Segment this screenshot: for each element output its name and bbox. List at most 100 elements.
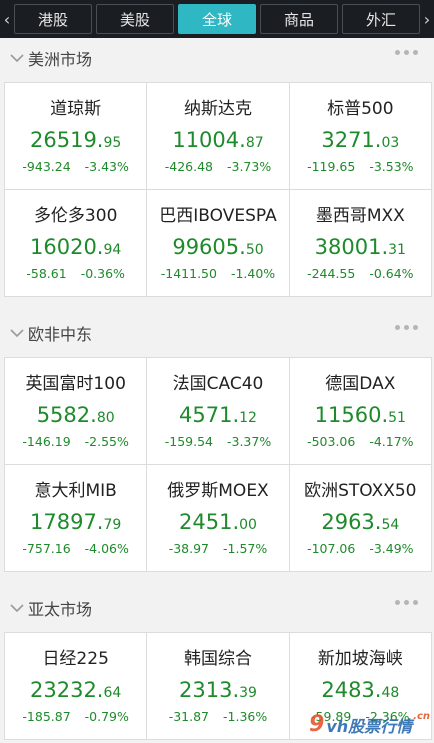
index-card[interactable]: 道琼斯 26519.95 -943.24 -3.43% xyxy=(5,83,147,189)
index-grid-americas: 道琼斯 26519.95 -943.24 -3.43% 纳斯达克 11004.87… xyxy=(4,82,432,297)
chevron-down-icon xyxy=(6,603,28,613)
tab-us-stocks[interactable]: 美股 xyxy=(96,4,174,34)
chevron-down-icon xyxy=(6,328,28,338)
index-change: -185.87 -0.79% xyxy=(22,709,128,724)
market-tab-bar: ‹ 港股 美股 全球 商品 外汇 › xyxy=(0,0,434,38)
index-name: 俄罗斯MOEX xyxy=(167,481,269,501)
price-integer: 11560. xyxy=(314,403,389,427)
price-integer: 99605. xyxy=(172,235,246,259)
change-percent: -2.36% xyxy=(365,709,410,724)
change-percent: -3.49% xyxy=(369,541,414,556)
index-card[interactable]: 意大利MIB 17897.79 -757.16 -4.06% xyxy=(5,465,147,571)
price-decimal: 54 xyxy=(381,517,400,533)
tab-global[interactable]: 全球 xyxy=(178,4,256,34)
index-price: 26519.95 xyxy=(30,127,121,153)
index-price: 2483.48 xyxy=(321,677,399,703)
index-card[interactable]: 日经225 23232.64 -185.87 -0.79% xyxy=(5,633,147,739)
index-change: -119.65 -3.53% xyxy=(307,159,413,174)
index-change: -503.06 -4.17% xyxy=(307,434,413,449)
tab-hk-stocks[interactable]: 港股 xyxy=(14,4,92,34)
price-decimal: 39 xyxy=(239,685,257,701)
section-title: 亚太市场 xyxy=(28,600,93,619)
section-header-emea[interactable]: 欧非中东 xyxy=(0,313,434,353)
index-price: 2313.39 xyxy=(179,677,257,703)
index-change: -58.61 -0.36% xyxy=(26,266,125,281)
index-grid-emea: 英国富时100 5582.80 -146.19 -2.55% 法国CAC40 45… xyxy=(4,357,432,572)
section-title: 美洲市场 xyxy=(28,50,93,69)
tab-forex[interactable]: 外汇 xyxy=(342,4,420,34)
change-value: -59.89 xyxy=(311,709,352,724)
change-percent: -1.40% xyxy=(230,266,276,281)
scroll-right-icon[interactable]: › xyxy=(420,0,434,38)
tab-commodities[interactable]: 商品 xyxy=(260,4,338,34)
change-percent: -1.36% xyxy=(223,709,268,724)
change-percent: -0.36% xyxy=(80,266,125,281)
price-decimal: 50 xyxy=(245,242,264,258)
change-value: -1411.50 xyxy=(160,266,217,281)
change-value: -159.54 xyxy=(164,434,213,449)
index-name: 道琼斯 xyxy=(50,99,102,119)
price-decimal: 95 xyxy=(103,135,122,151)
scroll-left-icon[interactable]: ‹ xyxy=(0,0,14,38)
index-name: 德国DAX xyxy=(325,374,396,394)
index-card[interactable]: 韩国综合 2313.39 -31.87 -1.36% xyxy=(147,633,289,739)
index-card[interactable]: 德国DAX 11560.51 -503.06 -4.17% xyxy=(289,358,431,464)
index-card[interactable]: 英国富时100 5582.80 -146.19 -2.55% xyxy=(5,358,147,464)
index-card[interactable]: 俄罗斯MOEX 2451.00 -38.97 -1.57% xyxy=(147,465,289,571)
price-integer: 5582. xyxy=(36,403,97,427)
index-card[interactable]: 标普500 3271.03 -119.65 -3.53% xyxy=(289,83,431,189)
index-change: -244.55 -0.64% xyxy=(307,266,413,281)
index-change: -1411.50 -1.40% xyxy=(161,266,275,281)
price-integer: 2963. xyxy=(321,510,382,534)
index-card[interactable]: 法国CAC40 4571.12 -159.54 -3.37% xyxy=(147,358,289,464)
section-header-americas[interactable]: 美洲市场 xyxy=(0,38,434,78)
tab-list: 港股 美股 全球 商品 外汇 xyxy=(14,4,420,34)
price-integer: 11004. xyxy=(172,128,246,152)
price-decimal: 31 xyxy=(388,242,406,258)
change-percent: -4.06% xyxy=(84,541,129,556)
index-card[interactable]: 墨西哥MXX 38001.31 -244.55 -0.64% xyxy=(289,190,431,296)
index-name: 墨西哥MXX xyxy=(315,206,405,226)
index-card[interactable]: 新加坡海峡 2483.48 -59.89 -2.36% xyxy=(289,633,431,739)
price-decimal: 80 xyxy=(96,410,115,426)
index-price: 3271.03 xyxy=(321,127,399,153)
index-card[interactable]: 多伦多300 16020.94 -58.61 -0.36% xyxy=(5,190,147,296)
index-change: -159.54 -3.37% xyxy=(165,434,271,449)
index-name: 英国富时100 xyxy=(25,374,126,394)
index-price: 99605.50 xyxy=(172,234,263,260)
index-card[interactable]: 纳斯达克 11004.87 -426.48 -3.73% xyxy=(147,83,289,189)
price-integer: 3271. xyxy=(321,128,382,152)
index-name: 标普500 xyxy=(327,99,394,119)
change-value: -503.06 xyxy=(307,434,356,449)
more-options-icon[interactable] xyxy=(395,600,418,605)
index-change: -59.89 -2.36% xyxy=(311,709,410,724)
index-price: 23232.64 xyxy=(30,677,121,703)
change-value: -38.97 xyxy=(168,541,210,556)
more-options-icon[interactable] xyxy=(395,325,418,330)
price-decimal: 79 xyxy=(103,517,122,533)
price-integer: 38001. xyxy=(314,235,389,259)
index-change: -426.48 -3.73% xyxy=(165,159,271,174)
price-integer: 16020. xyxy=(30,235,104,259)
price-integer: 26519. xyxy=(30,128,104,152)
index-price: 16020.94 xyxy=(30,234,121,260)
price-decimal: 00 xyxy=(239,517,257,533)
index-name: 日经225 xyxy=(42,649,109,669)
index-price: 11004.87 xyxy=(172,127,263,153)
more-options-icon[interactable] xyxy=(395,50,418,55)
price-decimal: 87 xyxy=(245,135,264,151)
index-card[interactable]: 巴西IBOVESPA 99605.50 -1411.50 -1.40% xyxy=(147,190,289,296)
index-card[interactable]: 欧洲STOXX50 2963.54 -107.06 -3.49% xyxy=(289,465,431,571)
price-integer: 23232. xyxy=(30,678,104,702)
change-value: -58.61 xyxy=(26,266,67,281)
price-integer: 2451. xyxy=(179,510,240,534)
price-decimal: 12 xyxy=(239,410,257,426)
price-integer: 17897. xyxy=(30,510,104,534)
section-header-asia-pacific[interactable]: 亚太市场 xyxy=(0,588,434,628)
change-percent: -3.37% xyxy=(227,434,272,449)
price-decimal: 64 xyxy=(103,685,122,701)
change-value: -185.87 xyxy=(22,709,71,724)
index-change: -31.87 -1.36% xyxy=(169,709,268,724)
index-price: 38001.31 xyxy=(315,234,406,260)
index-change: -38.97 -1.57% xyxy=(169,541,268,556)
